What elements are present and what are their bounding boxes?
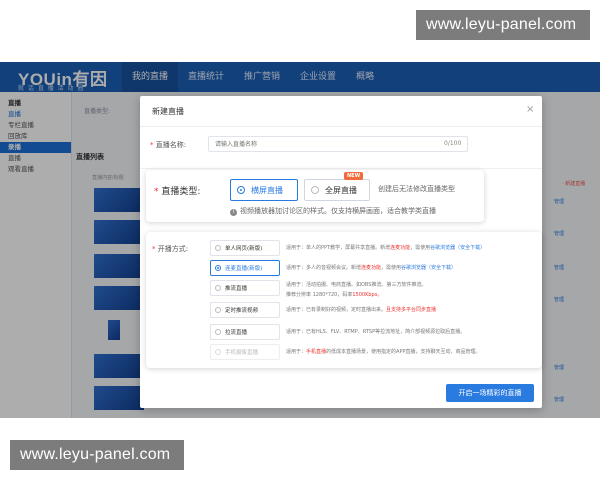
dialog-title: 新建直播 — [152, 107, 184, 116]
mode-desc-text: ，需使用 — [381, 265, 402, 271]
mode-description-line2: 推荐分辨率 1280*720，码率1500Kbps。 — [286, 291, 382, 298]
watermark-bottom: www.leyu-panel.com — [10, 440, 184, 470]
mode-label: 推流直播 — [225, 286, 248, 292]
mode-desc-text: 适用于：已有录制好的视频，定时直播出来。 — [286, 307, 387, 313]
live-mode-label-text: 开播方式: — [157, 245, 189, 253]
mode-description: 适用于：单人的PPT教学，屏幕共享直播。新增连麦功能，需使用谷歌浏览器（安全下载… — [286, 244, 536, 251]
mode-option-row: 手机摄像直播 适用于：手机直播的低成本直播场景，使用指定的APP直播，支持聊天互… — [210, 344, 536, 360]
landscape-live-option[interactable]: 横屏直播 — [230, 179, 298, 201]
mode-desc-text: 适用于：活动拍摄、电商直播。如OBS推流、第三方软件推流。 — [286, 282, 427, 288]
radio-selected-icon — [237, 186, 245, 194]
mode-label: 拉流直播 — [225, 330, 248, 336]
mode-desc-highlight: 连麦功能 — [390, 245, 411, 251]
mode-description: 适用于：多人的音视频会议。新增连麦功能，需使用谷歌浏览器（安全下载） — [286, 264, 536, 271]
live-mode-panel: * 开播方式: 单人网页(新版) 适用于：单人的PPT教学，屏幕共享直播。新增连… — [146, 232, 542, 368]
radio-selected-icon — [215, 265, 221, 271]
dialog-divider — [140, 168, 542, 169]
mode-desc-highlight: 连麦功能 — [361, 265, 382, 271]
start-live-button[interactable]: 开启一场精彩的直播 — [446, 384, 534, 402]
radio-icon — [311, 186, 319, 194]
live-mode-label: * 开播方式: — [152, 245, 189, 253]
live-name-label-text: 直播名称: — [155, 141, 187, 149]
radio-icon — [215, 245, 221, 251]
live-type-panel: * 直播类型: 横屏直播 全屏直播 NEW 创建后无法修改直播类型 i 视频播放器… — [146, 170, 484, 222]
live-type-note: 创建后无法修改直播类型 — [378, 185, 455, 193]
close-icon[interactable]: × — [526, 104, 534, 115]
mode-description: 适用于：活动拍摄、电商直播。如OBS推流、第三方软件推流。 — [286, 281, 536, 288]
mode-label: 连麦直播(新版) — [225, 266, 263, 272]
mode-mobile-live[interactable]: 手机摄像直播 — [210, 344, 280, 360]
mode-desc-text: ，需使用 — [410, 245, 431, 251]
fullscreen-live-label: 全屏直播 — [325, 185, 357, 195]
live-name-label: * 直播名称: — [150, 141, 187, 149]
mode-label: 定时推流视频 — [225, 308, 259, 314]
mode-single-web[interactable]: 单人网页(新版) — [210, 240, 280, 256]
mode-description: 适用于：已有录制好的视频，定时直播出来。且支持多平台同步直播 — [286, 306, 536, 313]
mode-option-row: 定时推流视频 适用于：已有录制好的视频，定时直播出来。且支持多平台同步直播 — [210, 302, 536, 318]
mode-option-row: 单人网页(新版) 适用于：单人的PPT教学，屏幕共享直播。新增连麦功能，需使用谷… — [210, 240, 536, 256]
mode-label: 单人网页(新版) — [225, 246, 263, 252]
mode-option-row: 推流直播 适用于：活动拍摄、电商直播。如OBS推流、第三方软件推流。 推荐分辨率… — [210, 280, 536, 298]
landscape-live-label: 横屏直播 — [251, 185, 283, 195]
mode-push-stream[interactable]: 推流直播 — [210, 280, 280, 296]
mode-desc-highlight: 手机直播 — [306, 349, 327, 355]
live-type-tip-text: 视频播放器加讨论区的样式。仅支持横屏画面，适合教学类直播 — [240, 207, 436, 215]
mode-scheduled-video[interactable]: 定时推流视频 — [210, 302, 280, 318]
mode-description: 适用于：已有HLS、FLV、RTMP、RTSP等拉流地址，简介部视频源拉取后直播… — [286, 328, 536, 335]
mode-desc-text: 的低成本直播场景，使用指定的APP直播，支持聊天互动、商品管理。 — [326, 349, 481, 355]
new-badge: NEW — [344, 172, 364, 180]
mode-mic-live[interactable]: 连麦直播(新版) — [210, 260, 280, 276]
mode-desc-text: 适用于：单人的PPT教学，屏幕共享直播。新增 — [286, 245, 391, 251]
mode-desc-highlight: 且支持多平台同步直播 — [386, 307, 437, 313]
live-type-label: * 直播类型: — [154, 187, 201, 197]
mode-pull-stream[interactable]: 拉流直播 — [210, 324, 280, 340]
mode-label: 手机摄像直播 — [225, 350, 259, 356]
live-type-label-text: 直播类型: — [161, 187, 201, 197]
radio-icon — [215, 329, 221, 335]
fullscreen-live-option[interactable]: 全屏直播 — [304, 179, 370, 201]
mode-description: 适用于：手机直播的低成本直播场景，使用指定的APP直播，支持聊天互动、商品管理。 — [286, 348, 536, 355]
radio-icon — [215, 285, 221, 291]
mode-option-row: 连麦直播(新版) 适用于：多人的音视频会议。新增连麦功能，需使用谷歌浏览器（安全… — [210, 260, 536, 276]
watermark-top: www.leyu-panel.com — [416, 10, 590, 40]
mode-desc-text: 适用于： — [286, 349, 307, 355]
mode-desc-text: 适用于：已有HLS、FLV、RTMP、RTSP等拉流地址，简介部视频源拉取后直播… — [286, 329, 466, 335]
browser-download-link[interactable]: 谷歌浏览器（安全下载） — [401, 265, 456, 271]
mode-option-row: 拉流直播 适用于：已有HLS、FLV、RTMP、RTSP等拉流地址，简介部视频源… — [210, 324, 536, 340]
live-type-tip: i 视频播放器加讨论区的样式。仅支持横屏画面，适合教学类直播 — [230, 206, 436, 216]
info-icon: i — [230, 209, 237, 216]
mode-desc-text: 推荐分辨率 1280*720，码率 — [286, 292, 353, 298]
mode-desc-highlight: 1500Kbps。 — [352, 292, 383, 298]
name-char-counter: 0/100 — [444, 140, 462, 147]
radio-icon — [215, 307, 221, 313]
dialog-divider — [140, 126, 542, 127]
browser-download-link[interactable]: 谷歌浏览器（安全下载） — [430, 245, 485, 251]
radio-disabled-icon — [215, 349, 221, 355]
live-name-input[interactable] — [208, 136, 468, 152]
mode-desc-text: 适用于：多人的音视频会议。新增 — [286, 265, 362, 271]
